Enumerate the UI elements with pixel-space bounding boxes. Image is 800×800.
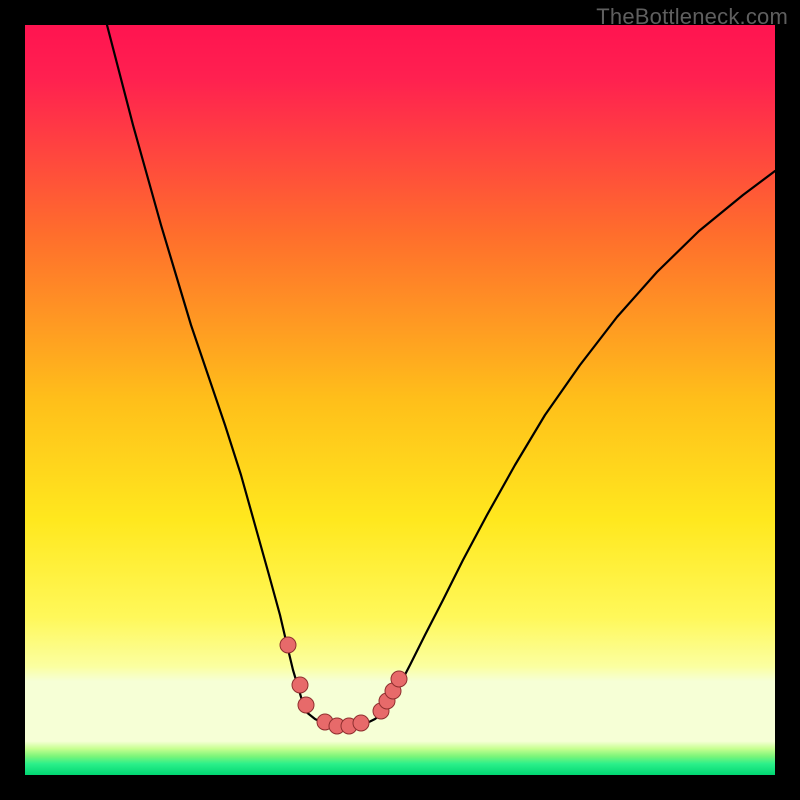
data-marker	[391, 671, 407, 687]
bottleneck-curve	[107, 25, 775, 728]
data-marker	[292, 677, 308, 693]
watermark-text: TheBottleneck.com	[596, 4, 788, 30]
plot-frame	[25, 25, 775, 775]
curve-layer	[25, 25, 775, 775]
data-marker	[298, 697, 314, 713]
data-marker	[353, 715, 369, 731]
marker-group	[280, 637, 407, 734]
curve-path	[107, 25, 775, 728]
data-marker	[280, 637, 296, 653]
